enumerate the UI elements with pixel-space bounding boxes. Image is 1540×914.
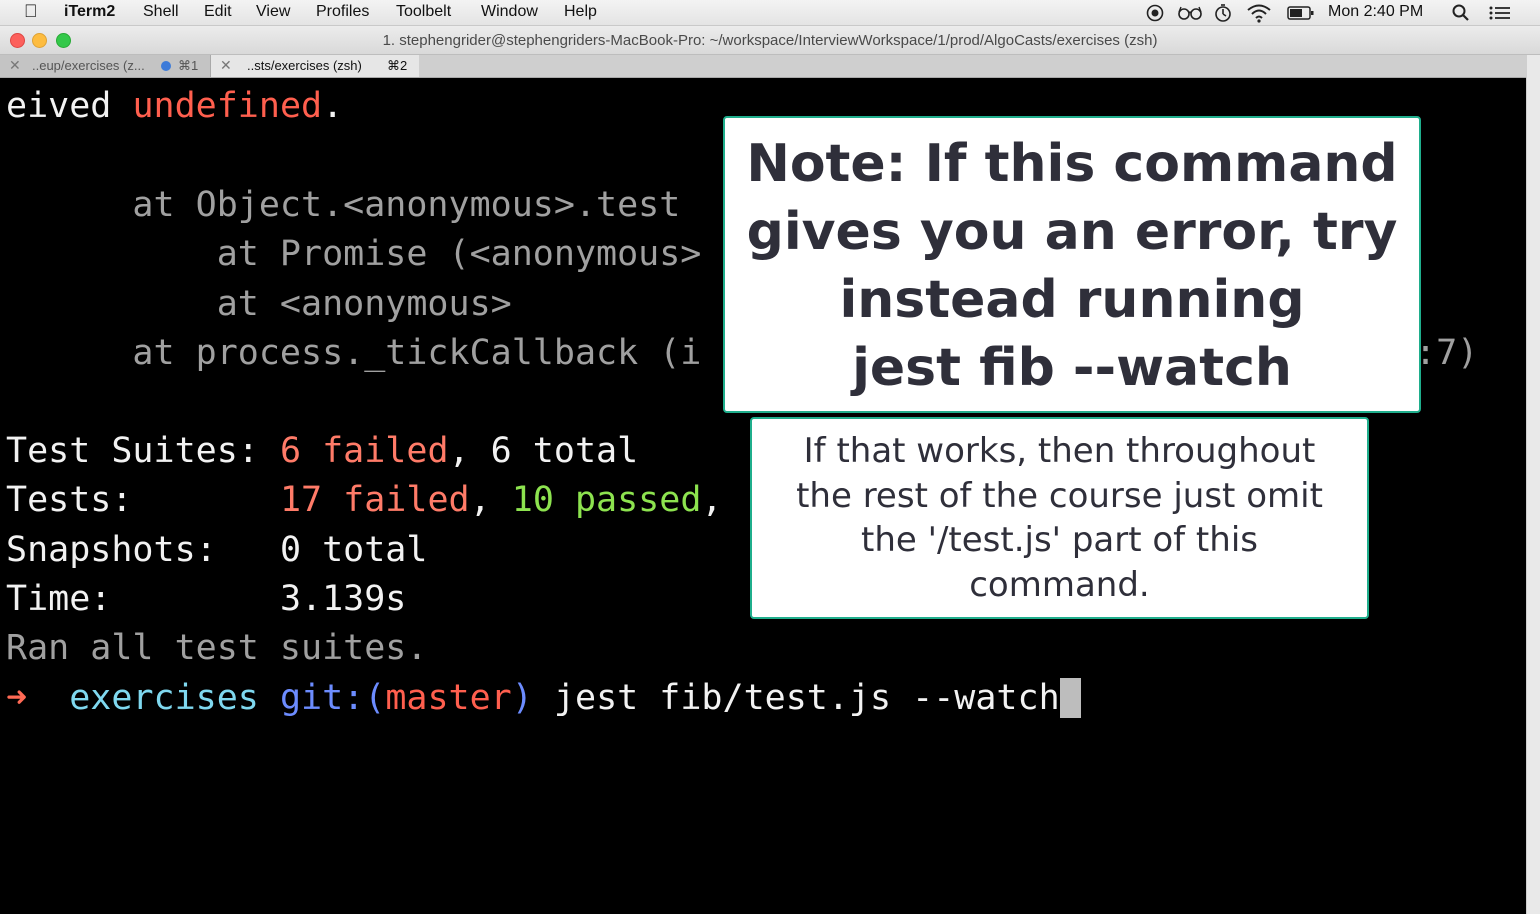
note-line: gives you an error, try	[746, 202, 1398, 262]
terminal-text: Snapshots:	[6, 530, 280, 570]
note-line: If that works, then throughout	[803, 431, 1316, 471]
command-input[interactable]: jest fib/test.js --watch	[554, 678, 1060, 718]
tab-shortcut: ⌘2	[387, 58, 408, 73]
terminal-text: Tests:	[6, 480, 280, 520]
stack-trace-line: at <anonymous>	[6, 284, 512, 324]
terminal-text: 3.139s	[279, 579, 407, 619]
tab-2[interactable]: ✕ ..sts/exercises (zsh) ⌘2	[211, 55, 419, 77]
window-titlebar[interactable]: 1. stephengrider@stephengriders-MacBook-…	[0, 26, 1540, 55]
window-title: 1. stephengrider@stephengriders-MacBook-…	[382, 32, 1158, 49]
menu-clock[interactable]: Mon 2:40 PM	[1328, 3, 1423, 21]
wifi-icon[interactable]	[1246, 3, 1272, 23]
menu-bar:  iTerm2 Shell Edit View Profiles Toolbe…	[0, 0, 1540, 26]
tab-shortcut: ⌘1	[178, 58, 199, 73]
tests-summary: Tests: 17 failed, 10 passed,	[6, 480, 722, 520]
menu-view[interactable]: View	[256, 3, 290, 21]
terminal-text: at process._tickCallback (i	[6, 333, 702, 373]
tab-label: ..eup/exercises (z...	[32, 58, 145, 73]
stack-trace-line: at Promise (<anonymous>	[6, 234, 702, 274]
menu-profiles[interactable]: Profiles	[316, 3, 369, 21]
terminal-text: eived	[6, 86, 133, 126]
timer-icon[interactable]	[1213, 3, 1233, 23]
tab-close-icon[interactable]: ✕	[9, 57, 21, 74]
menu-toolbelt[interactable]: Toolbelt	[396, 3, 451, 21]
terminal-text: 6 failed	[279, 431, 449, 471]
terminal-text: 0 total	[279, 530, 428, 570]
menu-app-name[interactable]: iTerm2	[64, 3, 115, 21]
note-line: the rest of the course just omit	[796, 475, 1323, 516]
note-line: command.	[969, 564, 1150, 605]
prompt-git: git:(	[279, 678, 386, 718]
battery-icon[interactable]	[1286, 3, 1316, 23]
shell-prompt[interactable]: ➜ exercises git:(master) jest fib/test.j…	[6, 678, 1081, 718]
glasses-icon[interactable]	[1177, 3, 1203, 23]
terminal-text: undefined	[132, 86, 323, 126]
time-summary: Time: 3.139s	[6, 579, 406, 619]
tab-label: ..sts/exercises (zsh)	[247, 58, 362, 73]
terminal-text: ,	[701, 480, 723, 520]
spotlight-icon[interactable]	[1451, 3, 1471, 23]
activity-dot-icon	[161, 61, 171, 71]
ran-all-line: Ran all test suites.	[6, 628, 428, 668]
tab-close-icon[interactable]: ✕	[220, 57, 232, 74]
note-line: jest fib --watch	[852, 338, 1292, 398]
text-cursor	[1059, 678, 1081, 718]
terminal-text: , 6 total	[448, 431, 639, 471]
snapshots-summary: Snapshots: 0 total	[6, 530, 427, 570]
note-line: Note: If this command	[746, 134, 1398, 194]
note-line: instead running	[839, 270, 1305, 330]
apple-menu-icon[interactable]: 	[24, 1, 38, 22]
menu-edit[interactable]: Edit	[204, 3, 232, 21]
prompt-branch: master	[385, 678, 512, 718]
terminal-text: ,	[469, 480, 512, 520]
menu-window[interactable]: Window	[481, 3, 538, 21]
stack-trace-line: at Object.<anonymous>.test	[6, 185, 681, 225]
menu-help[interactable]: Help	[564, 3, 597, 21]
prompt-directory: exercises	[69, 678, 259, 718]
note-callout: Note: If this command gives you an error…	[723, 116, 1421, 413]
terminal-text: Test Suites:	[6, 431, 280, 471]
tab-1[interactable]: ✕ ..eup/exercises (z... ⌘1	[0, 55, 211, 77]
scrollbar[interactable]	[1526, 55, 1540, 914]
terminal-text: .	[322, 86, 344, 126]
stack-trace-tail: :7)	[1415, 333, 1479, 373]
terminal-text: Time:	[6, 579, 280, 619]
record-icon[interactable]	[1145, 3, 1165, 23]
prompt-arrow-icon: ➜	[6, 678, 28, 718]
prompt-git: )	[511, 678, 533, 718]
tab-bar: ✕ ..eup/exercises (z... ⌘1 ✕ ..sts/exerc…	[0, 55, 1526, 78]
stack-trace-line: at process._tickCallback (i	[6, 333, 701, 373]
note-line: the '/test.js' part of this	[861, 520, 1258, 560]
terminal-text: 17 failed	[279, 480, 470, 520]
test-suites-summary: Test Suites: 6 failed, 6 total	[6, 431, 638, 471]
terminal-text: 10 passed	[511, 480, 702, 520]
terminal-line: eived undefined.	[6, 86, 343, 126]
menu-shell[interactable]: Shell	[143, 3, 179, 21]
note-sub-callout: If that works, then throughout the rest …	[750, 417, 1369, 619]
list-icon[interactable]	[1488, 3, 1512, 23]
